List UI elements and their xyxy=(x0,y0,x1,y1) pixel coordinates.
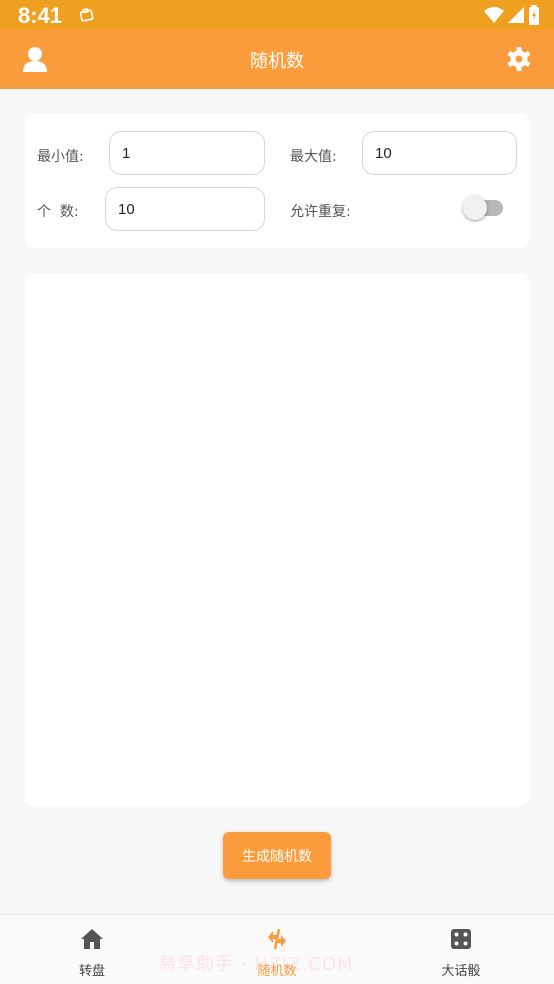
nav-label-wheel: 转盘 xyxy=(78,964,105,979)
dice-icon xyxy=(451,929,471,949)
status-icons xyxy=(484,5,540,25)
nav-item-wheel[interactable]: 转盘 xyxy=(32,915,152,984)
nav-label-dice: 大话骰 xyxy=(441,964,481,979)
nav-item-dice[interactable]: 大话骰 xyxy=(401,915,521,984)
app-bar: 随机数 xyxy=(0,30,554,89)
clipboard-notification-icon xyxy=(79,8,94,22)
swap-icon xyxy=(268,928,286,950)
min-label: 最小值: xyxy=(37,149,84,165)
nav-label-random-number: 随机数 xyxy=(257,964,297,979)
bottom-nav: 转盘 随机数 大话骰 xyxy=(0,914,554,984)
gear-icon[interactable] xyxy=(504,44,534,74)
count-label: 个 数: xyxy=(37,204,79,220)
allow-repeat-toggle[interactable] xyxy=(463,196,503,220)
toggle-thumb xyxy=(463,196,487,220)
page-title: 随机数 xyxy=(250,51,304,72)
battery-icon xyxy=(529,5,539,25)
nav-item-random-number[interactable]: 随机数 xyxy=(217,915,337,984)
wifi-icon xyxy=(484,7,504,23)
settings-card: 最小值: 1 最大值: 10 个 数: 10 允许重复: xyxy=(25,113,529,248)
status-bar: 8:41 xyxy=(0,0,554,30)
status-time: 8:41 xyxy=(18,3,63,28)
signal-icon xyxy=(508,7,524,23)
allow-repeat-label: 允许重复: xyxy=(290,204,351,220)
generate-button[interactable]: 生成随机数 xyxy=(223,832,331,879)
min-value-input[interactable]: 1 xyxy=(109,131,265,175)
count-input[interactable]: 10 xyxy=(105,187,265,231)
max-label: 最大值: xyxy=(290,149,337,165)
max-value-input[interactable]: 10 xyxy=(362,131,517,175)
home-icon xyxy=(81,929,103,949)
result-area xyxy=(25,273,529,806)
